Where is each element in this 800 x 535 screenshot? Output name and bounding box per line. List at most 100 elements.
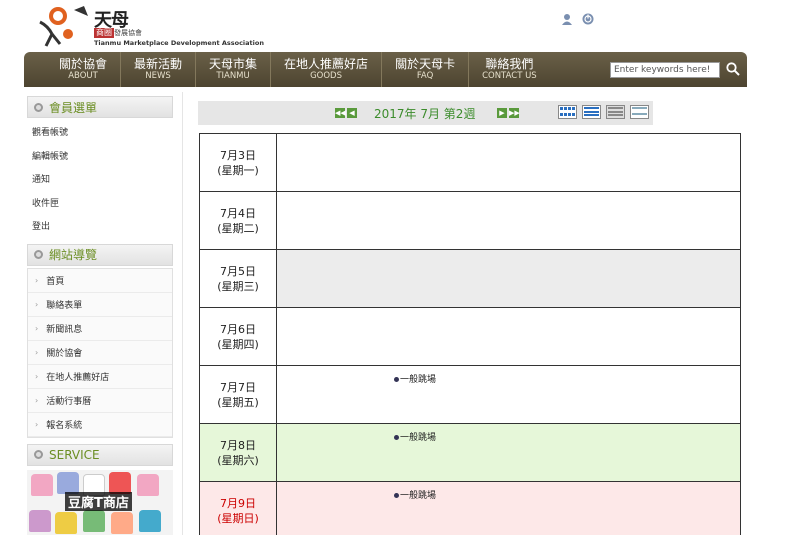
chevron-right-icon: › [35,371,39,381]
nav-item-en-label: GOODS [310,71,343,81]
nav-item-faq[interactable]: 關於天母卡 FAQ [382,52,470,87]
event-bullet-icon [394,493,399,498]
search-input[interactable] [610,62,720,78]
day-events-cell[interactable] [276,133,741,192]
next-month-icon[interactable]: ▶▶ [509,108,520,118]
service-banner[interactable]: 豆腐T商店 [27,469,173,535]
site-logo[interactable]: 天母 商圈 發展協會 Tianmu Marketplace Developmen… [34,4,264,48]
tshirt-icon [29,509,51,532]
member-menu-item[interactable]: 編輯帳號 [27,144,173,168]
member-menu-item[interactable]: 通知 [27,167,173,191]
day-events-cell[interactable] [276,191,741,250]
event-bullet-icon [394,377,399,382]
logo-english-name: Tianmu Marketplace Development Associati… [94,39,264,47]
sidebar: 會員選單 觀看帳號 編輯帳號 通知 收件匣 登出 網站導覽 › 首頁 › 聯絡表單 › 新聞訊息 ›… [27,96,173,535]
logo-subtitle: 發展協會 [114,29,142,37]
day-weekday: (星期二) [217,221,259,235]
nav-item-cn-label: 在地人推薦好店 [284,57,369,71]
next-week-icon[interactable]: ▶ [497,108,507,118]
member-menu-item[interactable]: 觀看帳號 [27,120,173,144]
chevron-right-icon: › [35,395,39,405]
sitemap-item[interactable]: › 關於協會 [28,340,172,365]
month-view-icon[interactable] [558,105,577,119]
day-events-cell[interactable] [276,307,741,366]
day-weekday: (星期日) [217,511,259,525]
calendar-day-row: 7月8日 (星期六) 一般跳場 [199,423,741,482]
tshirt-icon [57,471,79,494]
day-events-cell[interactable]: 一般跳場 [276,423,741,482]
nav-item-tianmu[interactable]: 天母市集 TIANMU [196,52,272,87]
nav-item-en-label: ABOUT [68,71,98,81]
nav-item-news[interactable]: 最新活動 NEWS [121,52,197,87]
sitemap-title: 網站導覽 [27,243,173,266]
event-label: 一般跳場 [400,375,437,385]
user-icon[interactable] [560,12,573,25]
day-label-cell[interactable]: 7月9日 (星期日) [199,481,277,535]
calendar-event[interactable]: 一般跳場 [394,430,436,443]
calendar-day-row: 7月9日 (星期日) 一般跳場 [199,481,741,535]
sitemap-item[interactable]: › 首頁 [28,268,172,293]
event-label: 一般跳場 [400,433,437,443]
list-view-icon[interactable] [630,105,649,119]
prev-month-icon[interactable]: ◀◀ [335,108,346,118]
sitemap-item[interactable]: › 新聞訊息 [28,316,172,341]
tshirt-icon [83,509,105,532]
day-date: 7月4日 [220,206,256,220]
day-date: 7月8日 [220,438,256,452]
nav-item-en-label: NEWS [145,71,171,81]
day-weekday: (星期四) [217,337,259,351]
day-date: 7月9日 [220,496,256,510]
week-calendar: 7月3日 (星期一) 7月4日 (星期二) 7月5日 (星期三) 7月6日 (星期四) 7月7日… [199,133,741,535]
next-nav-group: ▶ ▶▶ [497,108,520,118]
nav-item-cn-label: 聯絡我們 [485,57,534,71]
chevron-right-icon: › [35,299,39,309]
day-label-cell[interactable]: 7月7日 (星期五) [199,365,277,424]
service-banner-text: 豆腐T商店 [65,491,132,511]
member-menu-item[interactable]: 收件匣 [27,191,173,215]
day-view-icon[interactable] [606,105,625,119]
day-label-cell[interactable]: 7月3日 (星期一) [199,133,277,192]
day-weekday: (星期三) [217,279,259,293]
sitemap-title-text: 網站導覽 [49,248,98,262]
sitemap-item[interactable]: › 在地人推薦好店 [28,364,172,389]
nav-item-about[interactable]: 關於協會 ABOUT [46,52,122,87]
day-label-cell[interactable]: 7月6日 (星期四) [199,307,277,366]
day-label-cell[interactable]: 7月8日 (星期六) [199,423,277,482]
sitemap-item[interactable]: › 聯絡表單 [28,292,172,317]
nav-item-cn-label: 天母市集 [209,57,258,71]
day-weekday: (星期五) [217,395,259,409]
day-date: 7月3日 [220,148,256,162]
sitemap-item-label: 活動行事曆 [46,396,92,407]
nav-item-cn-label: 關於協會 [59,57,108,71]
day-label-cell[interactable]: 7月5日 (星期三) [199,249,277,308]
day-label-cell[interactable]: 7月4日 (星期二) [199,191,277,250]
day-events-cell[interactable]: 一般跳場 [276,481,741,535]
sitemap-item-label: 在地人推薦好店 [46,372,110,383]
calendar-event[interactable]: 一般跳場 [394,488,436,501]
sitemap-item-label: 聯絡表單 [46,300,83,311]
sitemap-list: › 首頁 › 聯絡表單 › 新聞訊息 › 關於協會 › 在地人推薦好店 › 活動行事曆 › 報名系統 [27,267,173,438]
bullet-circle-icon [34,250,43,259]
week-view-icon[interactable] [582,105,601,119]
day-events-cell[interactable] [276,249,741,308]
service-title-text: SERVICE [49,447,100,462]
nav-item-goods[interactable]: 在地人推薦好店 GOODS [271,52,383,87]
sitemap-item[interactable]: › 報名系統 [28,412,172,437]
calendar-event[interactable]: 一般跳場 [394,372,436,385]
nav-item-contact-us[interactable]: 聯絡我們 CONTACT US [469,52,550,87]
top-icon-group [560,12,594,25]
day-date: 7月5日 [220,264,256,278]
sitemap-item-label: 報名系統 [46,420,83,431]
calendar-toolbar: ◀◀ ◀ 2017年 7月 第2週 ▶ ▶▶ [198,101,653,125]
nav-item-en-label: TIANMU [216,71,250,81]
search-icon[interactable] [725,60,741,78]
member-menu-item[interactable]: 登出 [27,214,173,238]
day-events-cell[interactable]: 一般跳場 [276,365,741,424]
day-date: 7月7日 [220,380,256,394]
sitemap-item[interactable]: › 活動行事曆 [28,388,172,413]
prev-week-icon[interactable]: ◀ [347,108,357,118]
bullet-circle-icon [34,450,43,459]
power-icon[interactable] [581,12,594,25]
sitemap-item-label: 首頁 [46,276,65,287]
nav-item-cn-label: 最新活動 [134,57,183,71]
